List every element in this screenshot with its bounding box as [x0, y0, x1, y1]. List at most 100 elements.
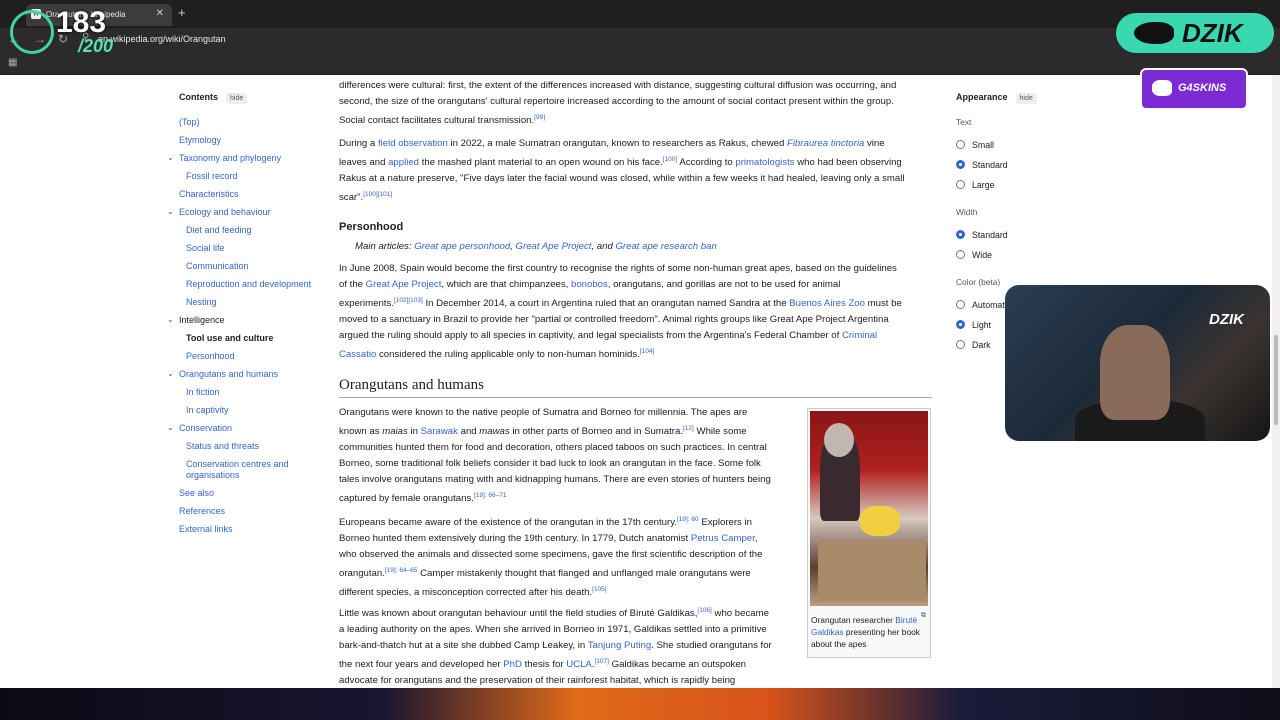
citation-link[interactable]: [107] — [594, 658, 608, 665]
wolf-logo-icon — [1152, 80, 1172, 96]
link-tanjung-puting[interactable]: Tanjung Puting — [588, 640, 651, 651]
option-label: Light — [972, 320, 992, 330]
toc-item-conservation[interactable]: Conservation — [179, 423, 232, 433]
toc-item-fossil-record[interactable]: Fossil record — [186, 171, 238, 181]
boar-icon — [1134, 22, 1174, 44]
toc-item-see-also[interactable]: See also — [179, 488, 214, 498]
toc-item-orangutans-humans[interactable]: Orangutans and humans — [179, 369, 278, 379]
link-applied[interactable]: applied — [388, 157, 419, 168]
galdikas-photo[interactable] — [810, 411, 928, 606]
toc-item-intelligence[interactable]: Intelligence — [179, 315, 225, 325]
toc-item-conservation-centres[interactable]: Conservation centres and organisations — [186, 459, 296, 481]
radio-selected-icon[interactable] — [956, 320, 965, 330]
appearance-hide-button[interactable]: hide — [1015, 93, 1037, 104]
page-scrollbar[interactable] — [1272, 75, 1280, 688]
chevron-down-icon[interactable]: ⌄ — [167, 423, 174, 432]
color-dark[interactable]: Dark — [956, 340, 991, 350]
link-great-ape-research-ban[interactable]: Great ape research ban — [615, 241, 716, 252]
text: Little was known about orangutan behavio… — [339, 608, 698, 620]
scrollbar-thumb[interactable] — [1274, 335, 1278, 425]
link-sarawak[interactable]: Sarawak — [421, 426, 458, 437]
citation-link[interactable]: [102][103] — [394, 297, 423, 304]
toc-item-characteristics[interactable]: Characteristics — [179, 189, 239, 199]
color-light[interactable]: Light — [956, 320, 991, 330]
link-great-ape-personhood[interactable]: Great ape personhood — [414, 241, 510, 252]
link-bonobos[interactable]: bonobos — [571, 279, 608, 290]
citation-link[interactable]: [100] — [663, 156, 677, 163]
text: scar". — [339, 192, 364, 204]
toc-item-social-life[interactable]: Social life — [186, 243, 225, 253]
radio-icon[interactable] — [956, 340, 965, 350]
photo-flowers — [860, 506, 900, 536]
heading-orangutans-and-humans: Orangutans and humans — [339, 377, 484, 393]
new-tab-button[interactable]: + — [178, 5, 186, 20]
citation-link[interactable]: [12] — [683, 425, 694, 432]
radio-selected-icon[interactable] — [956, 230, 965, 240]
toc-item-reproduction[interactable]: Reproduction and development — [186, 279, 311, 289]
streamer-face — [1100, 325, 1170, 420]
link-ucla[interactable]: UCLA — [566, 659, 592, 670]
link-field-observation[interactable]: field observation — [378, 138, 448, 149]
citation-link[interactable]: [19]: 66–71 — [474, 492, 507, 499]
toc-item-etymology[interactable]: Etymology — [179, 135, 221, 145]
toc-item-personhood[interactable]: Personhood — [186, 351, 235, 361]
text: , which are that chimpanzees, — [441, 279, 571, 290]
link-petrus-camper[interactable]: Petrus Camper — [691, 533, 755, 544]
color-label: Color (beta) — [956, 277, 1001, 287]
toc-item-tool-use-current[interactable]: Tool use and culture — [186, 333, 273, 343]
link-great-ape-project[interactable]: Great Ape Project — [366, 279, 442, 290]
close-tab-icon[interactable]: ✕ — [156, 8, 164, 19]
text-size-large[interactable]: Large — [956, 180, 995, 190]
radio-icon[interactable] — [956, 250, 965, 260]
chevron-down-icon[interactable]: ⌄ — [167, 369, 174, 378]
text-size-standard[interactable]: Standard — [956, 160, 1008, 170]
radio-icon[interactable] — [956, 300, 965, 310]
citation-link[interactable]: [19]: 64–65 — [385, 567, 418, 574]
apps-grid-icon[interactable]: ▦ — [8, 57, 17, 68]
radio-selected-icon[interactable] — [956, 160, 965, 170]
link-primatologists[interactable]: primatologists — [735, 157, 794, 168]
citation-link[interactable]: [100][101] — [363, 191, 392, 198]
radio-icon[interactable] — [956, 180, 965, 190]
link-criminal-cassation[interactable]: Cassatio — [339, 349, 376, 360]
chevron-down-icon[interactable]: ⌄ — [167, 153, 174, 162]
text: advocate for orangutans and the preserva… — [339, 675, 736, 687]
toc-item-top[interactable]: (Top) — [179, 117, 200, 127]
color-automatic[interactable]: Automat — [956, 300, 1005, 310]
citation-link[interactable]: [104] — [640, 348, 654, 355]
toc-item-in-fiction[interactable]: In fiction — [186, 387, 220, 397]
chevron-down-icon[interactable]: ⌄ — [167, 315, 174, 324]
citation-link[interactable]: [19]: 60 — [677, 516, 699, 523]
citation-link[interactable]: [99] — [534, 114, 545, 121]
link-great-ape-project[interactable]: Great Ape Project — [516, 241, 592, 252]
toc-hide-button[interactable]: hide — [226, 93, 248, 104]
toc-item-in-captivity[interactable]: In captivity — [186, 405, 229, 415]
citation-link[interactable]: [105] — [592, 586, 606, 593]
text: In December 2014, a court in Argentina r… — [422, 298, 790, 310]
text: must be — [864, 298, 902, 310]
toc-item-communication[interactable]: Communication — [186, 261, 249, 271]
text: Camper mistakenly thought that flanged a… — [417, 568, 751, 580]
toc-item-diet[interactable]: Diet and feeding — [186, 225, 252, 235]
toc-item-external-links[interactable]: External links — [179, 524, 233, 534]
radio-icon[interactable] — [956, 140, 965, 150]
counter-value: 183 — [56, 6, 107, 39]
toc-item-nesting[interactable]: Nesting — [186, 297, 217, 307]
option-label: Wide — [972, 250, 993, 260]
link-fibraurea[interactable]: Fibraurea tinctoria — [787, 138, 864, 149]
counter-total: /200 — [78, 36, 114, 56]
chevron-down-icon[interactable]: ⌄ — [167, 207, 174, 216]
toc-item-taxonomy[interactable]: Taxonomy and phylogeny — [179, 153, 281, 163]
toc-item-references[interactable]: References — [179, 506, 225, 516]
text: who observed the animals and dissected s… — [339, 549, 763, 561]
link-phd[interactable]: PhD — [503, 659, 522, 670]
width-standard[interactable]: Standard — [956, 230, 1008, 240]
width-wide[interactable]: Wide — [956, 250, 992, 260]
link-buenos-aires-zoo[interactable]: Buenos Aires Zoo — [789, 298, 865, 309]
toc-item-status-threats[interactable]: Status and threats — [186, 441, 259, 451]
option-label: Standard — [972, 160, 1008, 170]
citation-link[interactable]: [106] — [697, 607, 711, 614]
text-size-small[interactable]: Small — [956, 140, 994, 150]
link-criminal-cassation[interactable]: Criminal — [842, 330, 877, 341]
toc-item-ecology[interactable]: Ecology and behaviour — [179, 207, 271, 217]
